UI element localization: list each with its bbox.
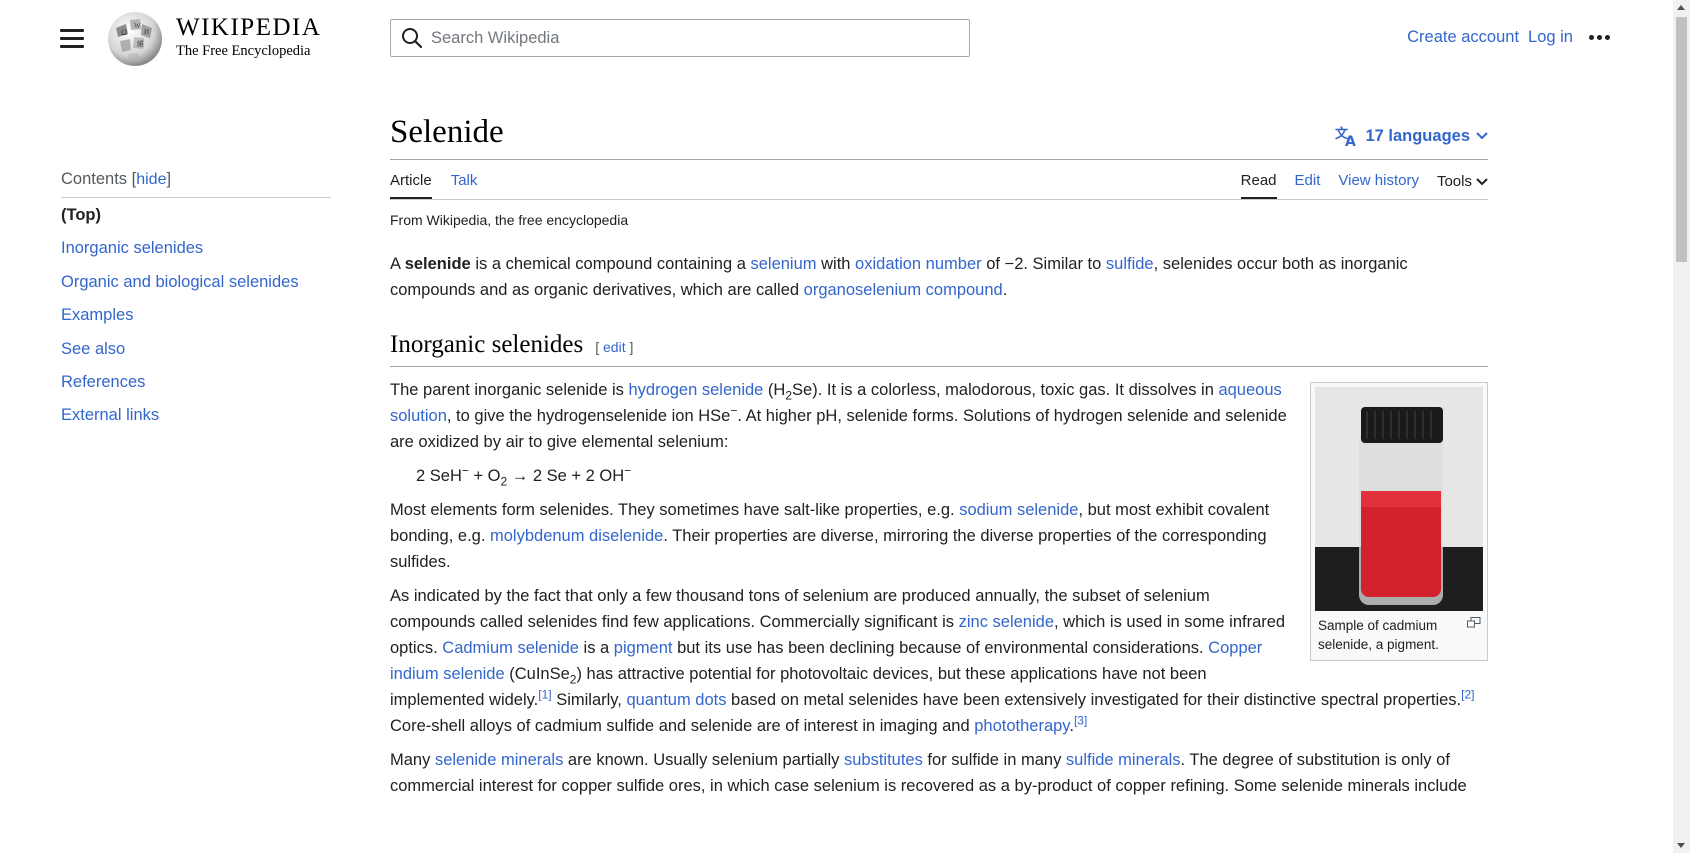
- more-options-icon[interactable]: [1589, 35, 1610, 40]
- link-pigment[interactable]: pigment: [614, 639, 673, 657]
- link-quantum-dots[interactable]: quantum dots: [626, 691, 726, 709]
- tabs-divider: [390, 199, 1488, 200]
- main-menu-icon[interactable]: [60, 29, 84, 49]
- table-of-contents: Contents [hide] (Top) Inorganic selenide…: [61, 170, 331, 438]
- tab-tools[interactable]: Tools: [1437, 172, 1488, 199]
- toc-item-organic-biological-selenides[interactable]: Organic and biological selenides: [61, 273, 299, 291]
- svg-text:W: W: [134, 22, 141, 30]
- link-phototherapy[interactable]: phototherapy: [974, 717, 1069, 735]
- svg-text:И: И: [144, 28, 149, 36]
- tools-label: Tools: [1436, 173, 1472, 190]
- reference-link[interactable]: [1]: [538, 688, 551, 702]
- link-selenium[interactable]: selenium: [750, 255, 816, 273]
- toc-item-top[interactable]: (Top): [61, 204, 331, 237]
- translate-icon: 文 A: [1335, 126, 1356, 147]
- section-heading-inorganic: Inorganic selenides[ edit ]: [390, 330, 1488, 367]
- toc-item-external-links[interactable]: External links: [61, 406, 159, 424]
- chevron-down-icon: [1476, 132, 1488, 140]
- title-divider: [390, 159, 1488, 160]
- tab-edit[interactable]: Edit: [1295, 172, 1321, 199]
- scrollbar-thumb[interactable]: [1676, 17, 1687, 262]
- link-sulfide-minerals[interactable]: sulfide minerals: [1066, 751, 1181, 769]
- tab-view-history[interactable]: View history: [1338, 172, 1419, 199]
- toc-item-examples[interactable]: Examples: [61, 306, 133, 324]
- toc-item-inorganic-selenides[interactable]: Inorganic selenides: [61, 239, 203, 257]
- logo-tagline: The Free Encyclopedia: [176, 43, 311, 59]
- tab-article[interactable]: Article: [390, 172, 432, 199]
- wikipedia-globe-logo[interactable]: Ω W И 維: [106, 10, 164, 68]
- search-input[interactable]: [431, 28, 931, 48]
- page-title: Selenide: [390, 114, 504, 150]
- create-account-link[interactable]: Create account: [1407, 28, 1519, 47]
- site-sub: From Wikipedia, the free encyclopedia: [390, 212, 629, 228]
- namespace-tabs: Article Talk: [390, 172, 496, 199]
- reference-link[interactable]: [3]: [1074, 714, 1087, 728]
- page-scrollbar[interactable]: [1673, 0, 1690, 853]
- toc-header: Contents [hide]: [61, 170, 331, 198]
- section-edit-link[interactable]: edit: [603, 339, 626, 355]
- cadmium-selenide-image[interactable]: [1315, 387, 1483, 611]
- tab-talk[interactable]: Talk: [451, 172, 478, 199]
- search-box[interactable]: [390, 19, 970, 57]
- enlarge-icon[interactable]: [1467, 617, 1481, 628]
- view-tabs: Read Edit View history Tools: [1223, 172, 1488, 199]
- log-in-link[interactable]: Log in: [1528, 28, 1573, 47]
- intro-paragraph: A selenide is a chemical compound contai…: [390, 255, 1408, 299]
- link-cadmium-selenide[interactable]: Cadmium selenide: [442, 639, 579, 657]
- link-sodium-selenide[interactable]: sodium selenide: [959, 501, 1078, 519]
- link-sulfide[interactable]: sulfide: [1106, 255, 1154, 273]
- language-count: 17 languages: [1365, 126, 1470, 145]
- link-zinc-selenide[interactable]: zinc selenide: [959, 613, 1054, 631]
- toc-item-references[interactable]: References: [61, 373, 145, 391]
- tab-read[interactable]: Read: [1240, 172, 1277, 199]
- svg-text:Ω: Ω: [121, 28, 127, 37]
- figure-cadmium-selenide: Sample of cadmium selenide, a pigment.: [1310, 382, 1488, 661]
- toc-hide-link[interactable]: hide: [136, 171, 166, 188]
- link-organoselenium-compound[interactable]: organoselenium compound: [804, 281, 1003, 299]
- search-icon: [402, 28, 423, 49]
- wikipedia-wordmark[interactable]: WIKIPEDIA The Free Encyclopedia: [176, 14, 321, 59]
- scroll-up-icon[interactable]: [1677, 5, 1685, 10]
- toc-title: Contents: [61, 170, 128, 188]
- link-hydrogen-selenide[interactable]: hydrogen selenide: [628, 381, 763, 399]
- svg-text:維: 維: [137, 39, 144, 48]
- svg-text:A: A: [1345, 134, 1356, 147]
- figure-caption: Sample of cadmium selenide, a pigment.: [1315, 611, 1483, 656]
- link-oxidation-number[interactable]: oxidation number: [855, 255, 982, 273]
- paragraph: Many selenide minerals are known. Usuall…: [390, 751, 1467, 795]
- link-selenide-minerals[interactable]: selenide minerals: [435, 751, 563, 769]
- article-body: A selenide is a chemical compound contai…: [390, 251, 1488, 807]
- link-molybdenum-diselenide[interactable]: molybdenum diselenide: [490, 527, 663, 545]
- reference-link[interactable]: [2]: [1461, 688, 1474, 702]
- logo-name: WIKIPEDIA: [176, 14, 322, 41]
- toc-item-see-also[interactable]: See also: [61, 340, 125, 358]
- link-substitutes[interactable]: substitutes: [844, 751, 923, 769]
- chevron-down-icon: [1476, 177, 1488, 185]
- scroll-down-icon[interactable]: [1677, 843, 1685, 848]
- user-links: Create account Log in: [1398, 28, 1610, 47]
- language-button[interactable]: 文 A 17 languages: [1335, 125, 1488, 147]
